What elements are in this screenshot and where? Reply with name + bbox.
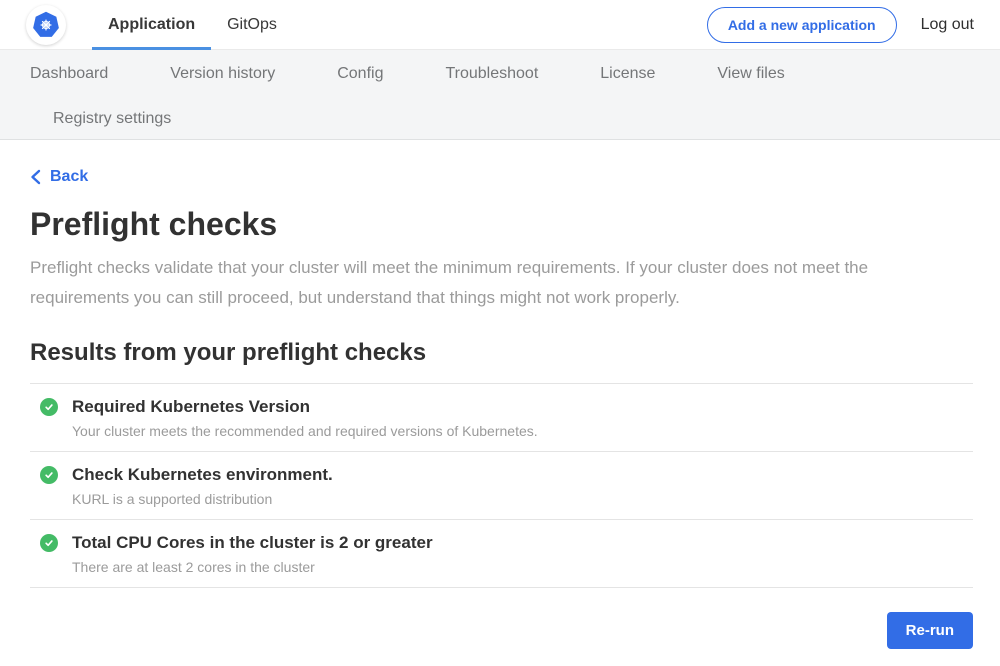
check-message: KURL is a supported distribution xyxy=(72,491,973,507)
back-link[interactable]: Back xyxy=(30,168,88,186)
check-circle-icon xyxy=(40,534,58,552)
rerun-button[interactable]: Re-run xyxy=(887,612,973,649)
subnav-item-version-history[interactable]: Version history xyxy=(170,65,275,83)
check-message: There are at least 2 cores in the cluste… xyxy=(72,559,973,575)
check-title: Total CPU Cores in the cluster is 2 or g… xyxy=(72,533,433,553)
check-row-kubernetes-environment: Check Kubernetes environment. KURL is a … xyxy=(30,452,973,520)
tab-application[interactable]: Application xyxy=(92,0,211,50)
top-header: Application GitOps Add a new application… xyxy=(0,0,1000,50)
page-description: Preflight checks validate that your clus… xyxy=(30,253,946,313)
footer-actions: Re-run xyxy=(30,612,973,649)
subnav-row-2: Registry settings xyxy=(0,98,1000,139)
tab-gitops-label: GitOps xyxy=(227,16,277,34)
subnav-item-registry-settings[interactable]: Registry settings xyxy=(53,110,171,128)
check-title: Check Kubernetes environment. xyxy=(72,465,333,485)
check-row-cpu-cores: Total CPU Cores in the cluster is 2 or g… xyxy=(30,520,973,588)
header-tabs: Application GitOps xyxy=(92,0,293,50)
preflight-checks-list: Required Kubernetes Version Your cluster… xyxy=(30,383,973,588)
add-new-application-button[interactable]: Add a new application xyxy=(707,7,897,43)
back-link-label: Back xyxy=(50,168,88,186)
subnav-item-troubleshoot[interactable]: Troubleshoot xyxy=(445,65,538,83)
check-circle-icon xyxy=(40,398,58,416)
app-subnav: Dashboard Version history Config Trouble… xyxy=(0,50,1000,140)
header-right: Add a new application Log out xyxy=(707,7,974,43)
subnav-item-view-files[interactable]: View files xyxy=(717,65,784,83)
logout-link[interactable]: Log out xyxy=(921,16,974,34)
check-circle-icon xyxy=(40,466,58,484)
page-title: Preflight checks xyxy=(30,206,973,243)
check-message: Your cluster meets the recommended and r… xyxy=(72,423,973,439)
tab-gitops[interactable]: GitOps xyxy=(211,0,293,50)
check-title: Required Kubernetes Version xyxy=(72,397,310,417)
check-head: Check Kubernetes environment. xyxy=(40,465,973,485)
preflight-page: Back Preflight checks Preflight checks v… xyxy=(0,140,973,649)
subnav-item-config[interactable]: Config xyxy=(337,65,383,83)
kubernetes-logo xyxy=(26,5,66,45)
subnav-item-license[interactable]: License xyxy=(600,65,655,83)
results-heading: Results from your preflight checks xyxy=(30,339,973,367)
subnav-item-dashboard[interactable]: Dashboard xyxy=(30,65,108,83)
tab-application-label: Application xyxy=(108,16,195,34)
subnav-row-1: Dashboard Version history Config Trouble… xyxy=(0,50,1000,98)
kubernetes-logo-icon xyxy=(31,10,61,40)
check-row-kubernetes-version: Required Kubernetes Version Your cluster… xyxy=(30,384,973,452)
check-head: Total CPU Cores in the cluster is 2 or g… xyxy=(40,533,973,553)
chevron-left-icon xyxy=(30,169,41,185)
check-head: Required Kubernetes Version xyxy=(40,397,973,417)
